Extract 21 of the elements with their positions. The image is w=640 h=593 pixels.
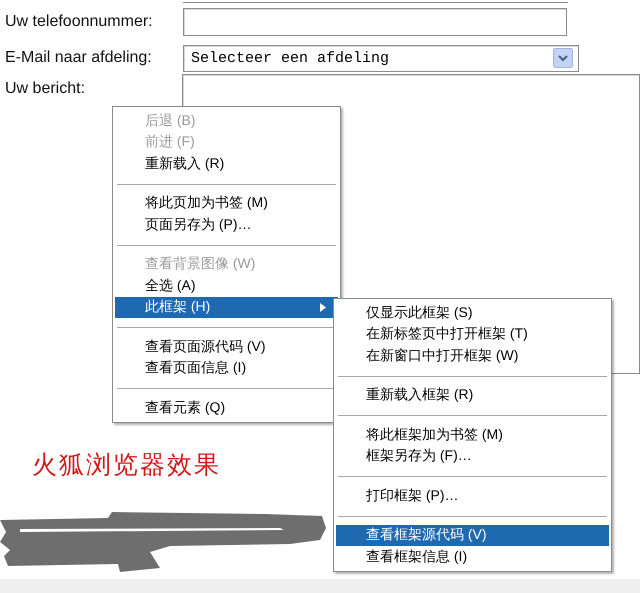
field-label: E-Mail naar afdeling: <box>5 49 153 67</box>
department-select[interactable]: Selecteer een afdeling <box>183 44 579 72</box>
submenu-arrow-icon <box>320 302 326 312</box>
phone-input-field[interactable] <box>183 8 567 36</box>
menu-item[interactable]: 重新载入框架 (R) <box>336 384 609 406</box>
menu-item[interactable]: 全选 (A) <box>115 275 338 296</box>
menu-item[interactable]: 将此页加为书签 (M) <box>115 192 338 214</box>
menu-item[interactable]: 框架另存为 (F)… <box>336 446 609 467</box>
menu-item[interactable]: 页面另存为 (P)… <box>115 214 338 236</box>
menu-item[interactable]: 打印框架 (P)… <box>336 485 609 506</box>
menu-item[interactable]: 仅显示此框架 (S) <box>336 302 609 324</box>
field-label: Uw bericht: <box>5 80 86 98</box>
menu-item[interactable]: 将此框架加为书签 (M) <box>336 424 609 446</box>
menu-item[interactable]: 在新标签页中打开框架 (T) <box>336 324 609 345</box>
menu-item[interactable]: 查看框架源代码 (V) <box>336 524 609 546</box>
menu-item[interactable]: 查看框架信息 (I) <box>336 546 609 568</box>
field-label: Uw telefoonnummer: <box>5 13 154 31</box>
menu-item[interactable]: 此框架 (H) <box>115 296 338 318</box>
menu-item[interactable]: 在新窗口中打开框架 (W) <box>336 345 609 366</box>
caption-text: 火狐浏览器效果 <box>32 449 221 481</box>
menu-item[interactable]: 重新载入 (R) <box>115 153 338 174</box>
